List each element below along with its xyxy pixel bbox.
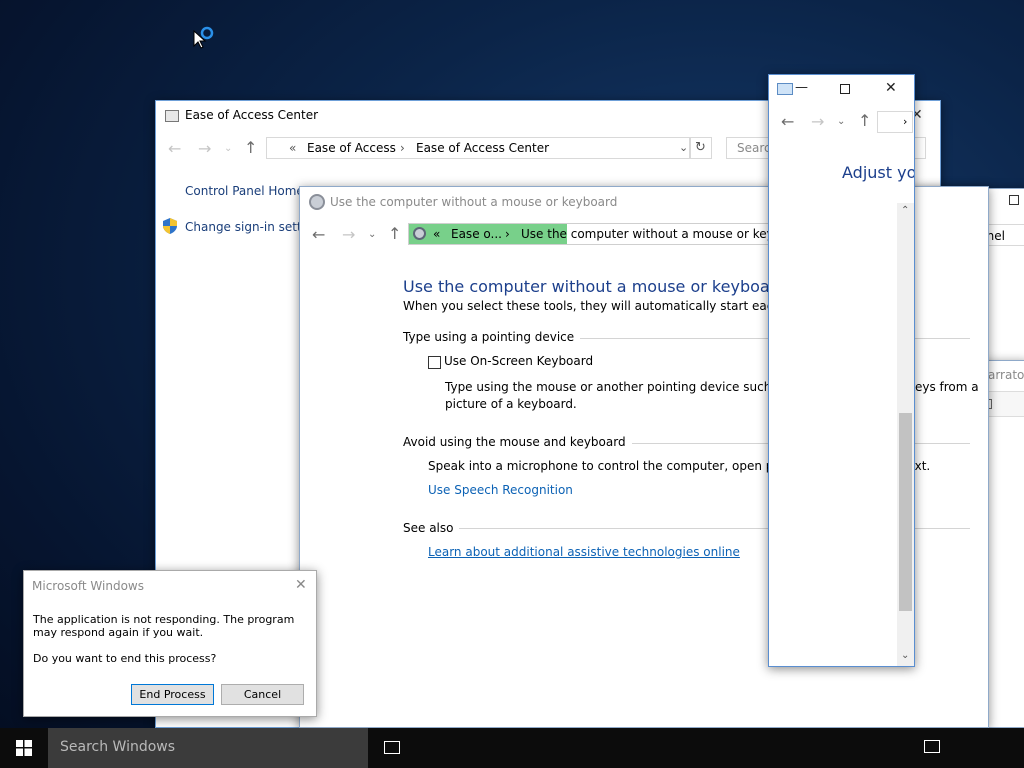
mouse-cursor <box>193 26 217 50</box>
vertical-scrollbar[interactable]: ⌃ ⌄ <box>897 203 914 666</box>
control-panel-icon <box>165 110 179 122</box>
nav-control-panel-home[interactable]: Control Panel Home <box>185 184 304 198</box>
refresh-icon: ↻ <box>695 140 706 155</box>
task-view-button[interactable] <box>378 728 406 768</box>
task-view-icon <box>384 741 400 754</box>
osk-description-cont: picture of a keyboard. <box>445 397 577 411</box>
small-explorer-window: — ✕ ← → ⌄ ↑ › Adjust yo ⌃ ⌄ <box>768 74 915 667</box>
up-arrow-icon[interactable]: ↑ <box>388 226 401 242</box>
speech-recognition-link[interactable]: Use Speech Recognition <box>428 483 573 497</box>
refresh-button[interactable]: ↻ <box>690 137 712 159</box>
recent-dropdown-icon[interactable]: ⌄ <box>224 141 232 157</box>
minimize-icon[interactable]: — <box>795 80 808 95</box>
breadcrumb-current-page[interactable]: Use the computer without a mouse or keyb… <box>521 227 808 241</box>
close-icon[interactable]: ✕ <box>295 577 307 593</box>
window-title: Ease of Access Center <box>185 108 319 122</box>
breadcrumb-ease-of-access[interactable]: Ease o... <box>451 227 502 241</box>
forward-arrow-icon[interactable]: → <box>342 227 355 243</box>
back-arrow-icon[interactable]: ← <box>168 141 181 157</box>
dialog-question: Do you want to end this process? <box>33 652 217 665</box>
back-arrow-icon[interactable]: ← <box>781 114 794 130</box>
breadcrumb-overflow[interactable]: « <box>433 227 440 241</box>
taskbar: Search Windows <box>0 728 1024 768</box>
notification-icon <box>924 740 940 753</box>
breadcrumb-separator: › <box>400 141 405 155</box>
action-center-button[interactable] <box>918 728 946 768</box>
cancel-button[interactable]: Cancel <box>221 684 304 705</box>
scroll-up-icon[interactable]: ⌃ <box>901 205 909 216</box>
taskbar-search-placeholder: Search Windows <box>60 739 176 755</box>
window-title: Use the computer without a mouse or keyb… <box>330 195 618 209</box>
address-bar[interactable]: « Ease of Access › Ease of Access Center… <box>266 137 690 159</box>
ease-of-access-icon <box>309 194 325 210</box>
osk-checkbox-label[interactable]: Use On-Screen Keyboard <box>444 354 593 368</box>
breadcrumb-overflow[interactable]: « <box>289 141 296 155</box>
section-pointing-device: Type using a pointing device <box>403 330 581 344</box>
dialog-title: Microsoft Windows <box>32 579 144 593</box>
address-bar[interactable]: › <box>877 111 913 133</box>
nav-change-signin[interactable]: Change sign-in settings <box>185 220 301 234</box>
breadcrumb-ease-of-access-center[interactable]: Ease of Access Center <box>416 141 549 155</box>
shield-icon <box>163 218 177 234</box>
windows-logo-icon <box>16 740 32 756</box>
up-arrow-icon[interactable]: ↑ <box>858 113 871 129</box>
osk-checkbox[interactable] <box>428 356 441 369</box>
chevron-right-icon: › <box>903 115 908 128</box>
scroll-down-icon[interactable]: ⌄ <box>901 650 909 661</box>
address-bar[interactable]: « Ease o... › Use the computer without a… <box>408 223 808 245</box>
not-responding-dialog: Microsoft Windows ✕ The application is n… <box>23 570 317 717</box>
maximize-icon[interactable] <box>840 84 850 94</box>
start-button[interactable] <box>0 728 48 768</box>
scroll-thumb[interactable] <box>899 413 912 611</box>
chevron-down-icon[interactable]: ⌄ <box>679 141 688 154</box>
recent-dropdown-icon[interactable]: ⌄ <box>368 227 376 243</box>
forward-arrow-icon[interactable]: → <box>811 114 824 130</box>
recent-dropdown-icon[interactable]: ⌄ <box>837 114 845 130</box>
close-icon[interactable]: ✕ <box>885 80 897 96</box>
forward-arrow-icon[interactable]: → <box>198 141 211 157</box>
breadcrumb-ease-of-access[interactable]: Ease of Access <box>307 141 396 155</box>
app-icon <box>777 83 793 95</box>
ease-of-access-icon <box>413 227 426 240</box>
dialog-message: The application is not responding. The p… <box>33 613 295 639</box>
taskbar-search-box[interactable]: Search Windows <box>48 728 368 768</box>
end-process-button[interactable]: End Process <box>131 684 214 705</box>
section-see-also: See also <box>403 521 460 535</box>
page-heading: Adjust yo <box>842 163 915 182</box>
section-avoid-mouse-keyboard: Avoid using the mouse and keyboard <box>403 435 632 449</box>
back-arrow-icon[interactable]: ← <box>312 227 325 243</box>
up-arrow-icon[interactable]: ↑ <box>244 140 257 156</box>
maximize-icon[interactable] <box>1009 195 1019 205</box>
page-heading: Use the computer without a mouse or keyb… <box>403 277 787 296</box>
assistive-technologies-link[interactable]: Learn about additional assistive technol… <box>428 545 740 559</box>
breadcrumb-separator: › <box>505 227 510 241</box>
